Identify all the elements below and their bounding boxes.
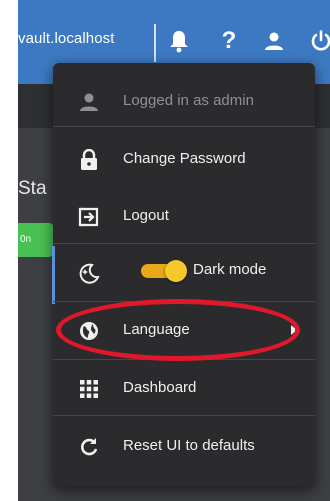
moon-icon — [77, 261, 101, 285]
host-link[interactable]: vault.localhost — [18, 30, 115, 47]
submenu-arrow-icon — [291, 325, 297, 335]
user-icon — [77, 90, 101, 114]
menu-item-logout[interactable]: Logout — [53, 197, 315, 237]
logged-in-label: Logged in as admin — [123, 92, 254, 109]
globe-icon — [77, 319, 101, 343]
lock-icon — [77, 148, 101, 172]
power-icon[interactable] — [306, 24, 330, 58]
header-divider — [154, 24, 156, 62]
background-status-badge: 0n — [18, 223, 54, 257]
bell-icon[interactable] — [164, 24, 194, 58]
menu-divider — [53, 301, 315, 302]
menu-item-dashboard[interactable]: Dashboard — [53, 369, 315, 409]
change-password-label: Change Password — [123, 150, 246, 167]
user-icon[interactable] — [259, 24, 289, 58]
language-label: Language — [123, 321, 190, 338]
menu-divider — [53, 359, 315, 360]
dark-mode-label: Dark mode — [193, 261, 267, 278]
background-heading-fragment: Sta — [18, 178, 47, 199]
grid-icon — [77, 377, 101, 401]
reset-ui-label: Reset UI to defaults — [123, 437, 255, 454]
dashboard-label: Dashboard — [123, 379, 197, 396]
menu-item-change-password[interactable]: Change Password — [53, 140, 315, 180]
menu-divider — [53, 415, 315, 416]
menu-item-language[interactable]: Language — [53, 311, 315, 351]
user-menu: Logged in as admin Change Password Logou… — [52, 63, 315, 487]
app-screen: vault.localhost ? Sta 0n g : Logged in a… — [18, 0, 330, 501]
menu-item-reset-ui[interactable]: Reset UI to defaults — [53, 427, 315, 467]
logout-label: Logout — [123, 207, 169, 224]
refresh-icon — [77, 435, 101, 459]
menu-item-logged-in: Logged in as admin — [53, 82, 315, 122]
dark-mode-toggle[interactable] — [141, 260, 189, 282]
toggle-knob — [165, 260, 187, 282]
menu-divider — [53, 126, 315, 127]
menu-divider — [53, 243, 315, 244]
logout-icon — [77, 205, 101, 229]
help-icon[interactable]: ? — [214, 24, 244, 58]
